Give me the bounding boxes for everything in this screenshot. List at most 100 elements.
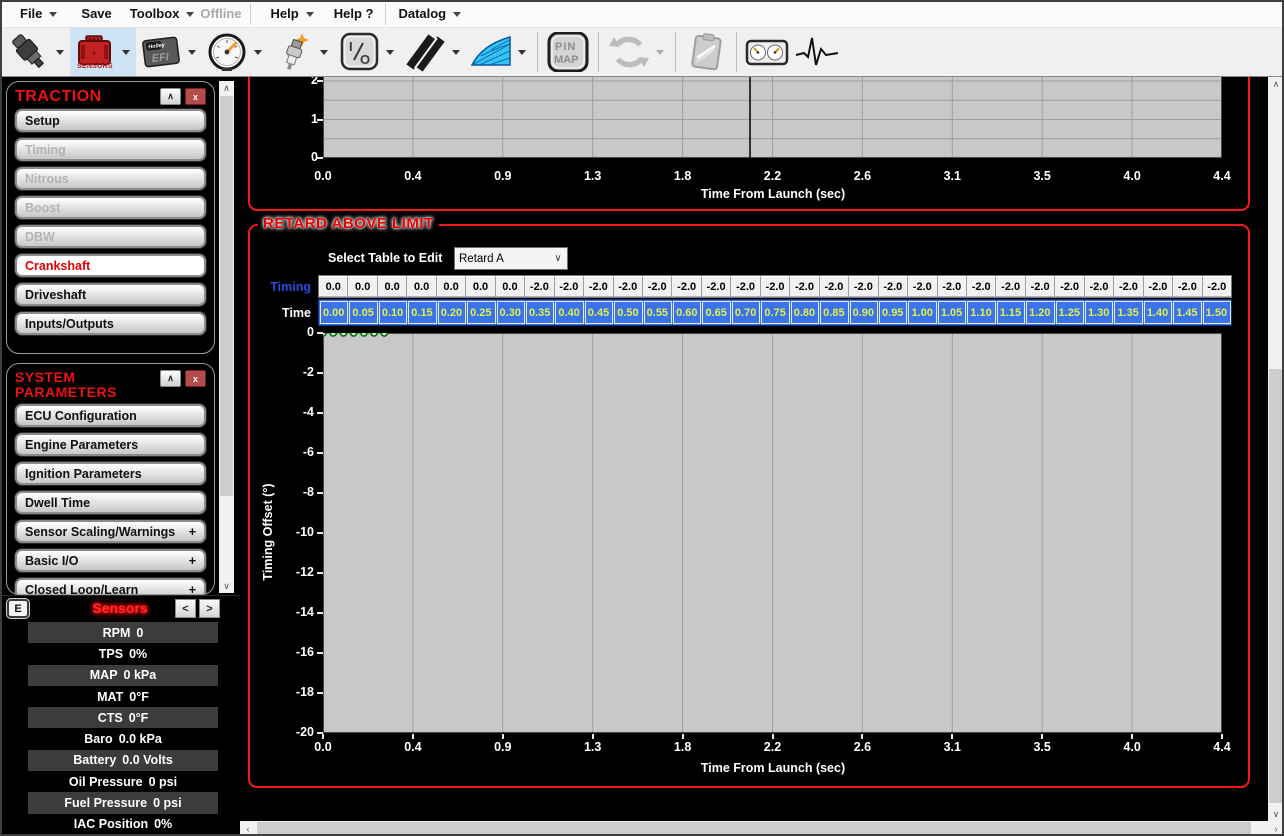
dropdown-arrow-icon[interactable] [122,50,130,55]
sidebar-item-basic-i-o[interactable]: Basic I/O+ [15,549,206,572]
menu-item-save[interactable]: Save [81,6,111,21]
next-page-button[interactable]: > [199,599,220,618]
table-cell[interactable]: 0.0 [496,276,525,297]
table-cell[interactable]: 0.50 [614,301,642,324]
holley-efi-toolbar-button[interactable]: HolleyEFI [136,28,202,76]
table-cell[interactable]: -2.0 [731,276,760,297]
table-cell[interactable]: 1.40 [1144,301,1172,324]
prev-page-button[interactable]: < [175,599,196,618]
table-cell[interactable]: -2.0 [555,276,584,297]
table-cell[interactable]: 0.0 [348,276,377,297]
table-cell[interactable]: -2.0 [908,276,937,297]
close-icon[interactable]: x [185,370,206,387]
spark-plug-toolbar-button[interactable] [268,28,334,76]
menu-item-file[interactable]: File [20,6,57,21]
fuel-table-toolbar-button[interactable] [466,28,532,76]
sidebar-item-sensor-scaling-warnings[interactable]: Sensor Scaling/Warnings+ [15,520,206,543]
sidebar-scrollbar[interactable]: ∧ ∨ [219,81,234,593]
dropdown-arrow-icon[interactable] [320,50,328,55]
table-cell[interactable]: 0.25 [467,301,495,324]
table-cell[interactable]: -2.0 [996,276,1025,297]
collapse-icon[interactable]: ∧ [160,370,181,387]
table-cell[interactable]: 1.50 [1203,301,1231,324]
table-cell[interactable]: 1.35 [1114,301,1142,324]
table-cell[interactable]: -2.0 [967,276,996,297]
sidebar-scrollbar-thumb[interactable] [220,96,233,496]
pin-map-toolbar-button[interactable]: PINMAP [543,28,593,76]
sidebar-item-engine-parameters[interactable]: Engine Parameters [15,433,206,456]
table-cell[interactable]: 1.45 [1173,301,1201,324]
table-cell[interactable]: 1.15 [997,301,1025,324]
sidebar-item-closed-loop-learn[interactable]: Closed Loop/Learn+ [15,578,206,595]
menu-item-help-[interactable]: Help ? [334,6,374,21]
scroll-up-icon[interactable]: ∧ [1268,77,1284,91]
scroll-left-icon[interactable]: ‹ [240,821,256,836]
table-cell[interactable]: 0.30 [497,301,525,324]
table-cell[interactable]: -2.0 [879,276,908,297]
table-cell[interactable]: -2.0 [761,276,790,297]
table-cell[interactable]: 0.95 [879,301,907,324]
top-chart[interactable] [323,77,1222,158]
table-cell[interactable]: 0.40 [555,301,583,324]
table-cell[interactable]: 0.55 [644,301,672,324]
scroll-down-icon[interactable]: ∨ [1268,807,1284,821]
menu-item-help[interactable]: Help [271,6,314,21]
table-cell[interactable]: -2.0 [820,276,849,297]
retard-chart[interactable] [323,333,1222,733]
scroll-right-icon[interactable]: › [1268,821,1284,836]
sidebar-item-setup[interactable]: Setup [15,109,206,132]
dropdown-arrow-icon[interactable] [518,50,526,55]
coil-stripes-toolbar-button[interactable] [400,28,466,76]
table-cell[interactable]: -2.0 [1173,276,1202,297]
main-vertical-scrollbar[interactable]: ∧ ∨ [1268,77,1284,821]
table-cell[interactable]: 0.85 [820,301,848,324]
table-cell[interactable]: 0.0 [319,276,348,297]
table-cell[interactable]: 1.20 [1026,301,1054,324]
sidebar-item-ecu-configuration[interactable]: ECU Configuration [15,404,206,427]
dropdown-arrow-icon[interactable] [386,50,394,55]
table-cell[interactable]: -2.0 [584,276,613,297]
gauge-toolbar-button[interactable] [202,28,268,76]
table-cell[interactable]: 0.75 [761,301,789,324]
dropdown-arrow-icon[interactable] [452,50,460,55]
table-cell[interactable]: -2.0 [849,276,878,297]
table-cell[interactable]: -2.0 [790,276,819,297]
table-cell[interactable]: -2.0 [1026,276,1055,297]
table-cell[interactable]: 0.10 [379,301,407,324]
main-hscroll-thumb[interactable] [257,822,1251,835]
sidebar-item-ignition-parameters[interactable]: Ignition Parameters [15,462,206,485]
table-cell[interactable]: -2.0 [1114,276,1143,297]
table-cell[interactable]: -2.0 [643,276,672,297]
table-cell[interactable]: 0.20 [438,301,466,324]
table-cell[interactable]: 0.15 [408,301,436,324]
main-horizontal-scrollbar[interactable]: ‹ › [240,821,1284,836]
table-cell[interactable]: 1.25 [1056,301,1084,324]
table-cell[interactable]: 1.05 [938,301,966,324]
table-cell[interactable]: -2.0 [938,276,967,297]
menu-item-toolbox[interactable]: Toolbox [130,6,195,21]
table-cell[interactable]: 1.10 [967,301,995,324]
table-cell[interactable]: 0.90 [850,301,878,324]
table-cell[interactable]: -2.0 [672,276,701,297]
dropdown-arrow-icon[interactable] [56,50,64,55]
table-cell[interactable]: 0.05 [349,301,377,324]
table-cell[interactable]: 0.0 [466,276,495,297]
table-cell[interactable]: 0.80 [791,301,819,324]
sidebar-item-crankshaft[interactable]: Crankshaft [15,254,206,277]
dual-gauges-toolbar-button[interactable] [742,28,792,76]
table-cell[interactable]: 0.00 [320,301,348,324]
injector-toolbar-button[interactable] [4,28,70,76]
sidebar-item-inputs-outputs[interactable]: Inputs/Outputs [15,312,206,335]
dropdown-arrow-icon[interactable] [188,50,196,55]
table-cell[interactable]: -2.0 [702,276,731,297]
sidebar-item-driveshaft[interactable]: Driveshaft [15,283,206,306]
scroll-down-icon[interactable]: ∨ [219,579,234,593]
io-toolbar-button[interactable]: IO [334,28,400,76]
table-cell[interactable]: 0.0 [407,276,436,297]
dropdown-arrow-icon[interactable] [254,50,262,55]
menu-item-datalog[interactable]: Datalog [398,6,461,21]
table-cell[interactable]: 0.0 [378,276,407,297]
table-cell[interactable]: -2.0 [1144,276,1173,297]
scroll-up-icon[interactable]: ∧ [219,81,234,95]
table-cell[interactable]: 1.00 [908,301,936,324]
